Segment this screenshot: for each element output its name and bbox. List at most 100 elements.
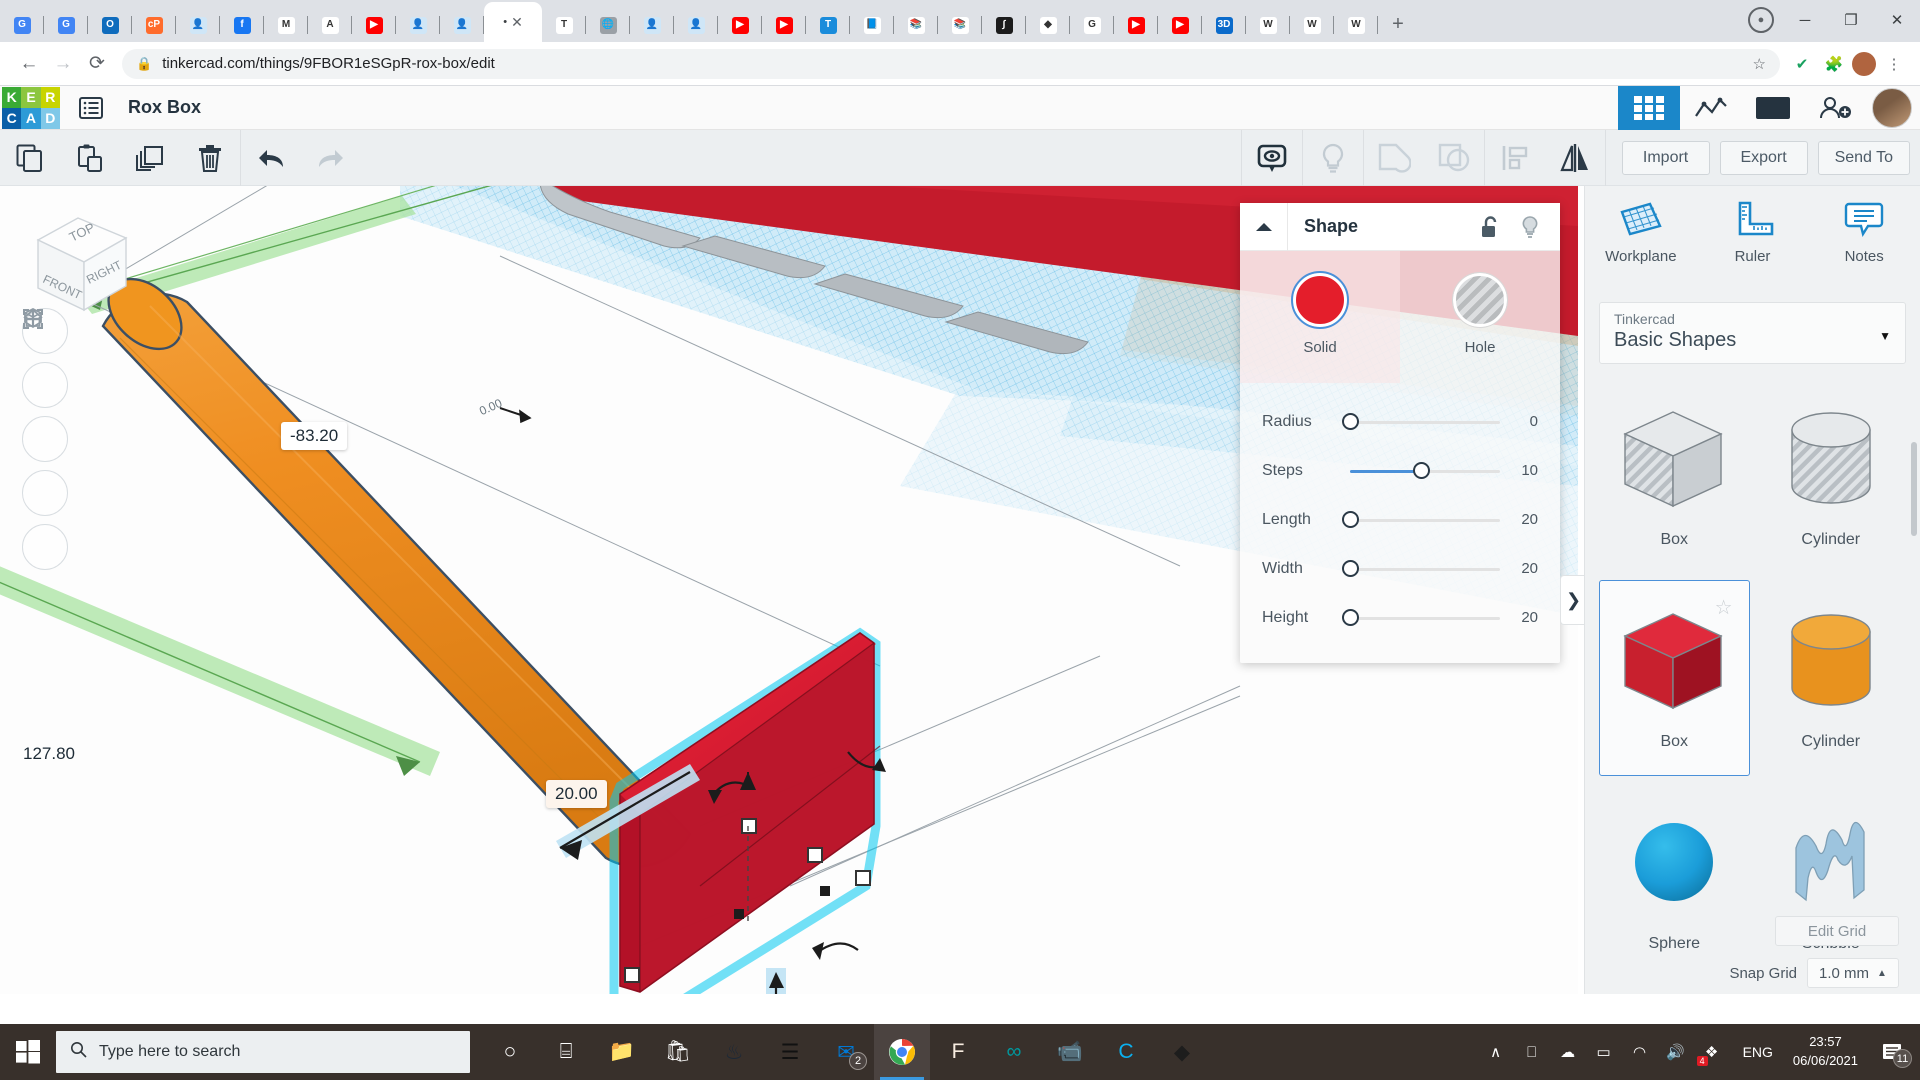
property-slider-length[interactable]	[1350, 510, 1500, 530]
solid-mode[interactable]: Solid	[1240, 251, 1400, 383]
edit-grid-button[interactable]: Edit Grid	[1775, 916, 1899, 946]
google-tab[interactable]: G	[1070, 8, 1114, 42]
tinkercad-logo[interactable]: KERCAD	[2, 87, 60, 129]
shape-box-solid[interactable]: ☆Box	[1599, 580, 1750, 776]
microsoft-store-app[interactable]: 🛍	[650, 1024, 706, 1080]
shape-cylinder-hole[interactable]: Cylinder	[1756, 378, 1907, 574]
arduino-app[interactable]: ∞	[986, 1024, 1042, 1080]
property-slider-steps[interactable]	[1350, 461, 1500, 481]
profile-avatar[interactable]: ●	[1748, 7, 1774, 33]
avatar-tab-5[interactable]: 👤	[674, 8, 718, 42]
copy-icon[interactable]	[0, 130, 60, 186]
star-icon[interactable]: ☆	[1753, 55, 1766, 73]
group-icon[interactable]	[1364, 130, 1424, 186]
battery-icon[interactable]: ▭	[1587, 1024, 1621, 1080]
predator-sense-app[interactable]: ☰	[762, 1024, 818, 1080]
zoom-app[interactable]: 📹	[1042, 1024, 1098, 1080]
avatar-tab-3[interactable]: 👤	[440, 8, 484, 42]
facebook-tab[interactable]: f	[220, 8, 264, 42]
add-person-icon[interactable]	[1804, 86, 1866, 130]
send-to-button[interactable]: Send To	[1818, 141, 1910, 175]
wikipedia-tab-3[interactable]: W	[1334, 8, 1378, 42]
light-bulb-icon[interactable]	[1303, 130, 1363, 186]
close-icon[interactable]: ✕	[511, 14, 523, 31]
steam-app[interactable]: ♨	[706, 1024, 762, 1080]
onedrive-icon[interactable]: ☁	[1551, 1024, 1585, 1080]
paste-icon[interactable]	[60, 130, 120, 186]
ungroup-icon[interactable]	[1424, 130, 1484, 186]
chevron-down-icon[interactable]: ▼	[1879, 329, 1891, 343]
slider-knob[interactable]	[1413, 462, 1430, 479]
property-value-radius[interactable]: 0	[1504, 413, 1538, 430]
panel-flyout-toggle[interactable]: ❯	[1560, 575, 1586, 625]
integral-tab[interactable]: ∫	[982, 8, 1026, 42]
youtube-tab-5[interactable]: ▶	[1158, 8, 1202, 42]
youtube-tab-3[interactable]: ▶	[762, 8, 806, 42]
reload-button[interactable]: ⟳	[80, 47, 114, 81]
grid-view-icon[interactable]	[1618, 86, 1680, 130]
duplicate-icon[interactable]	[120, 130, 180, 186]
design-list-icon[interactable]	[70, 97, 112, 119]
property-value-steps[interactable]: 10	[1504, 462, 1538, 479]
shape-library-select[interactable]: Tinkercad Basic Shapes ▼	[1599, 302, 1906, 364]
youtube-tab-1[interactable]: ▶	[352, 8, 396, 42]
sidebar-scrollbar[interactable]	[1911, 442, 1917, 536]
prusa-app[interactable]: ◆	[1154, 1024, 1210, 1080]
inkscape-tab[interactable]: ◆	[1026, 8, 1070, 42]
file-explorer-app[interactable]: 📁	[594, 1024, 650, 1080]
ortho-view-icon[interactable]	[22, 524, 68, 570]
property-value-length[interactable]: 20	[1504, 511, 1538, 528]
wifi-icon[interactable]: ◠	[1623, 1024, 1657, 1080]
cura-app[interactable]: C	[1098, 1024, 1154, 1080]
property-slider-radius[interactable]	[1350, 412, 1500, 432]
redo-icon[interactable]	[301, 130, 361, 186]
light-bulb-icon[interactable]	[1510, 215, 1550, 239]
zoom-out-icon[interactable]	[22, 470, 68, 516]
autodesk-tab[interactable]: A	[308, 8, 352, 42]
export-button[interactable]: Export	[1720, 141, 1808, 175]
language-indicator[interactable]: ENG	[1735, 1024, 1781, 1080]
back-button[interactable]: ←	[12, 47, 46, 81]
profile-icon[interactable]	[1852, 52, 1876, 76]
tardis-tab[interactable]: 📘	[850, 8, 894, 42]
unlock-icon[interactable]	[1470, 216, 1510, 238]
tinkercad-tab-active[interactable]: •✕	[484, 2, 542, 42]
tinkercad-tab[interactable]: T	[542, 8, 586, 42]
puzzle-icon[interactable]: 🧩	[1820, 50, 1848, 78]
show-hide-icon[interactable]	[1242, 130, 1302, 186]
zoom-in-icon[interactable]	[22, 416, 68, 462]
browser-menu-icon[interactable]: ⋮	[1880, 50, 1908, 78]
shape-cylinder-solid[interactable]: Cylinder	[1756, 580, 1907, 776]
google-translate-tab-2[interactable]: G	[44, 8, 88, 42]
chrome-app[interactable]	[874, 1024, 930, 1080]
user-avatar[interactable]	[1872, 88, 1912, 128]
sidebar-item-ruler[interactable]: Ruler	[1697, 200, 1809, 296]
forward-button[interactable]: →	[46, 47, 80, 81]
books-tab-1[interactable]: 📚	[894, 8, 938, 42]
blocks-icon[interactable]	[1680, 86, 1742, 130]
view-cube[interactable]: TOP FRONT RIGHT	[22, 204, 140, 322]
sidebar-item-workplane[interactable]: Workplane	[1585, 200, 1697, 296]
taskbar-clock[interactable]: 23:57 06/06/2021	[1783, 1033, 1868, 1071]
sidebar-item-notes[interactable]: Notes	[1808, 200, 1920, 296]
show-hidden-icons[interactable]: ∧	[1479, 1024, 1513, 1080]
3d-tab[interactable]: 3D	[1202, 8, 1246, 42]
new-tab-button[interactable]: +	[1384, 10, 1412, 38]
delete-icon[interactable]	[180, 130, 240, 186]
slider-knob[interactable]	[1342, 413, 1359, 430]
volume-icon[interactable]: 🔊	[1659, 1024, 1693, 1080]
mail-app[interactable]: ✉2	[818, 1024, 874, 1080]
cpanel-tab[interactable]: cP	[132, 8, 176, 42]
taskbar-search-input[interactable]: Type here to search	[56, 1031, 470, 1073]
slider-knob[interactable]	[1342, 560, 1359, 577]
property-value-height[interactable]: 20	[1504, 609, 1538, 626]
design-title[interactable]: Rox Box	[128, 97, 201, 118]
slider-knob[interactable]	[1342, 609, 1359, 626]
wikipedia-tab-1[interactable]: W	[1246, 8, 1290, 42]
mono-tab[interactable]: M	[264, 8, 308, 42]
mirror-icon[interactable]	[1545, 130, 1605, 186]
solid-color-swatch[interactable]	[1293, 273, 1347, 327]
shape-box-hole[interactable]: Box	[1599, 378, 1750, 574]
youtube-tab-4[interactable]: ▶	[1114, 8, 1158, 42]
window-minimize-button[interactable]: ─	[1782, 12, 1828, 29]
